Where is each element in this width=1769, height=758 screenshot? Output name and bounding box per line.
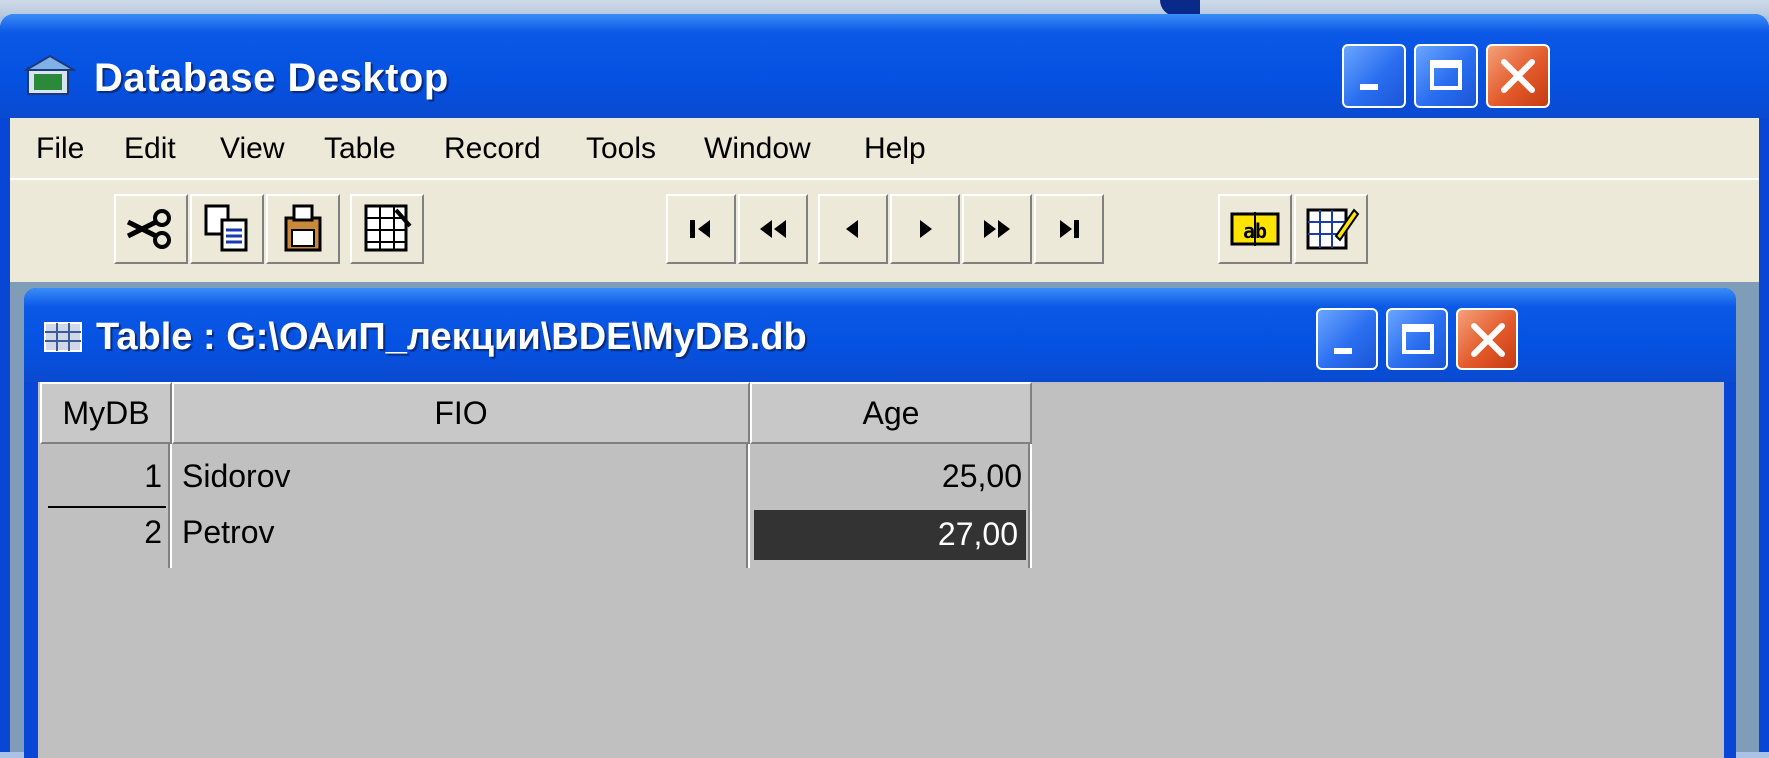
first-record-icon (690, 220, 710, 238)
prior-record-button[interactable] (818, 194, 888, 264)
column-header-fio[interactable]: FIO (172, 382, 750, 444)
column-header-age[interactable]: Age (750, 382, 1032, 444)
prior-set-button[interactable] (738, 194, 808, 264)
table-icon (44, 322, 82, 352)
age-cell: 27,00 (937, 516, 1018, 552)
table-properties-icon (364, 204, 412, 252)
maximize-icon (1402, 324, 1434, 354)
title-bar[interactable]: Database Desktop (0, 14, 1769, 118)
database-desktop-window: Database Desktop File Edit View Table Re… (0, 14, 1769, 758)
maximize-button[interactable] (1414, 44, 1478, 108)
table-title: Table : G:\ОАиП_лекции\BDE\MyDB.db (96, 316, 807, 358)
fio-cell[interactable]: Sidorov (182, 456, 291, 496)
selected-cell[interactable]: 27,00 (754, 510, 1026, 560)
next-record-icon (920, 220, 932, 238)
next-set-button[interactable] (962, 194, 1032, 264)
prior-set-icon (760, 220, 786, 238)
menu-edit[interactable]: Edit (124, 132, 176, 166)
menu-bar: File Edit View Table Record Tools Window… (10, 118, 1759, 178)
table-close-button[interactable] (1456, 308, 1518, 370)
window-title: Database Desktop (94, 56, 449, 100)
next-record-button[interactable] (890, 194, 960, 264)
minimize-icon (1360, 84, 1378, 90)
record-number: 2 (144, 514, 162, 550)
database-desktop-icon (24, 54, 76, 95)
age-cell[interactable]: 25,00 (760, 456, 1022, 496)
paste-button[interactable] (266, 194, 340, 264)
table-properties-button[interactable] (350, 194, 424, 264)
menu-record[interactable]: Record (444, 132, 541, 166)
minimize-icon (1334, 348, 1352, 354)
edit-data-button[interactable] (1294, 194, 1368, 264)
field-view-button[interactable]: ab (1218, 194, 1292, 264)
scissors-icon (126, 209, 171, 249)
menu-help[interactable]: Help (864, 132, 926, 166)
minimize-button[interactable] (1342, 44, 1406, 108)
record-number: 1 (144, 458, 162, 494)
close-icon (1471, 323, 1505, 357)
close-button[interactable] (1486, 44, 1550, 108)
cut-button[interactable] (114, 194, 188, 264)
copy-button[interactable] (190, 194, 264, 264)
menu-tools[interactable]: Tools (586, 132, 656, 166)
menu-view[interactable]: View (220, 132, 284, 166)
first-record-button[interactable] (666, 194, 736, 264)
copy-icon (204, 204, 248, 252)
next-set-icon (984, 220, 1010, 238)
prior-record-icon (846, 220, 858, 238)
field-view-icon: ab (1230, 212, 1280, 246)
menu-file[interactable]: File (36, 132, 84, 166)
last-record-button[interactable] (1034, 194, 1104, 264)
column-header-mydb[interactable]: MyDB (40, 382, 172, 444)
table-maximize-button[interactable] (1386, 308, 1448, 370)
maximize-icon (1430, 60, 1462, 90)
last-record-icon (1060, 220, 1079, 238)
menu-table[interactable]: Table (324, 132, 396, 166)
paste-icon (284, 204, 322, 252)
edit-data-icon (1306, 208, 1360, 250)
fio-cell[interactable]: Petrov (182, 512, 274, 552)
menu-window[interactable]: Window (704, 132, 811, 166)
data-grid[interactable]: MyDB FIO Age 1 Sidorov 25,00 2 Petrov 27… (38, 382, 1724, 758)
close-icon (1501, 59, 1535, 93)
table-title-bar[interactable]: Table : G:\ОАиП_лекции\BDE\MyDB.db (24, 288, 1736, 382)
table-window: Table : G:\ОАиП_лекции\BDE\MyDB.db MyDB … (24, 288, 1736, 758)
toolbar: ab (10, 178, 1759, 282)
mdi-workspace: Table : G:\ОАиП_лекции\BDE\MyDB.db MyDB … (10, 282, 1759, 758)
table-minimize-button[interactable] (1316, 308, 1378, 370)
